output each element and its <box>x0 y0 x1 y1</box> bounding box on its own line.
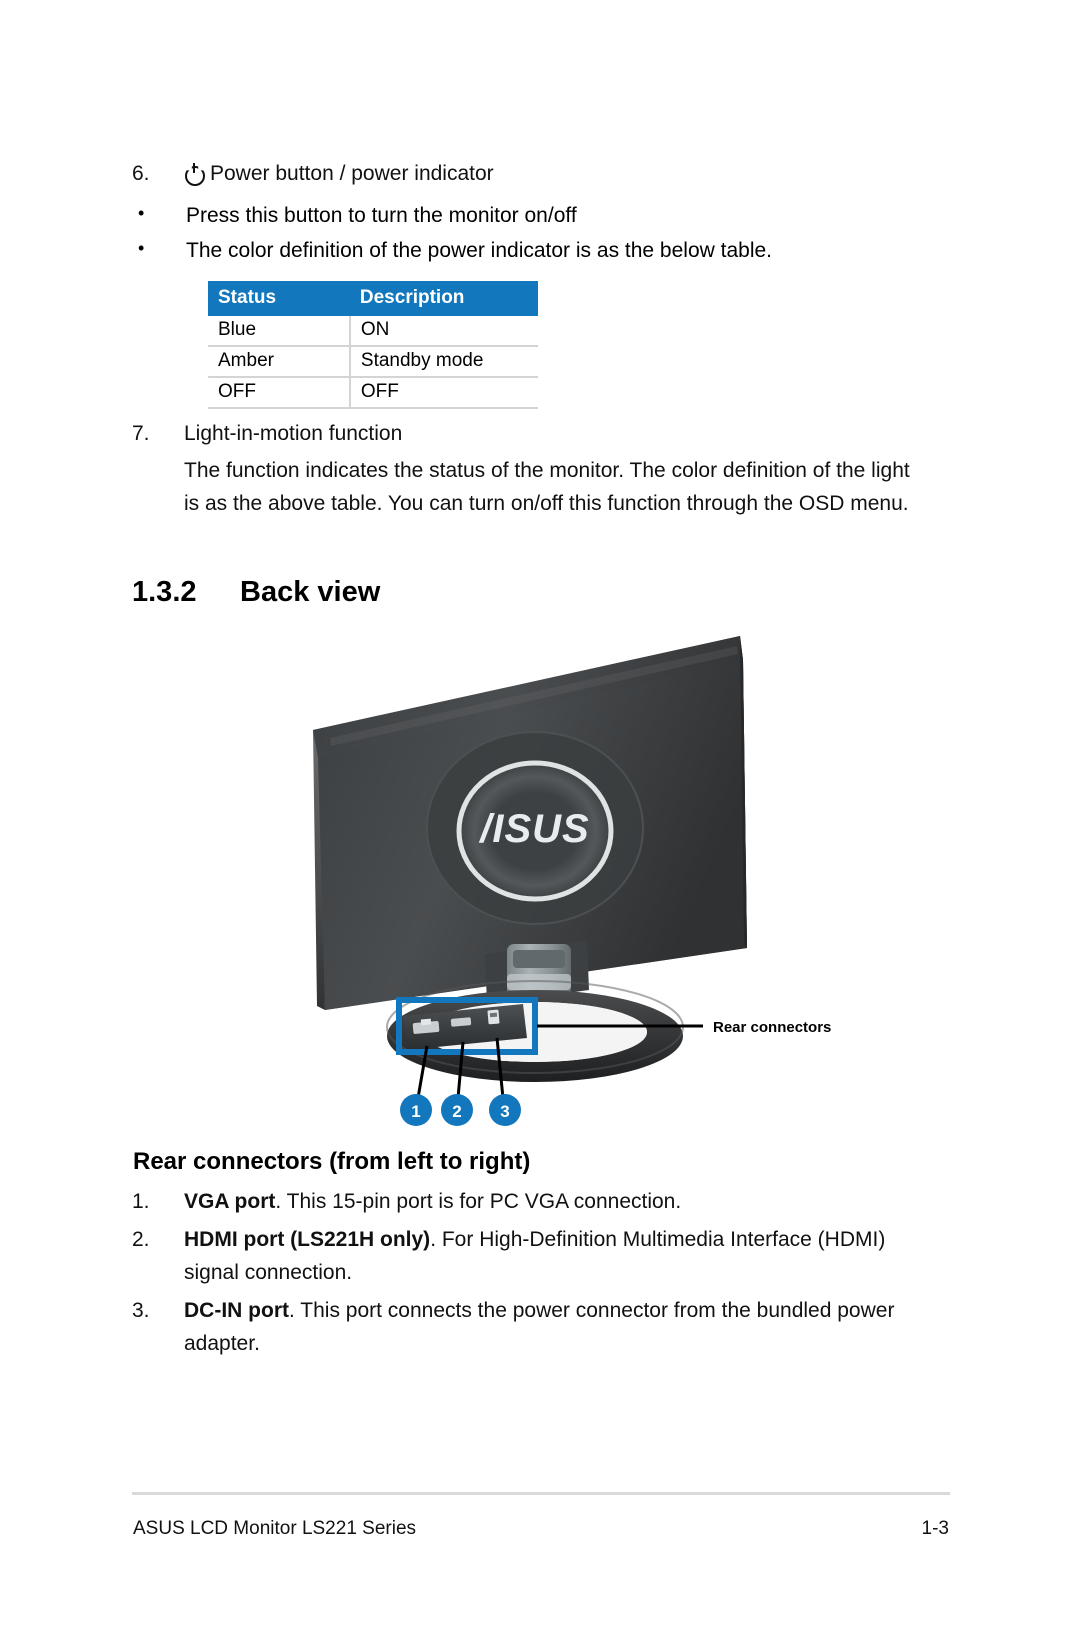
power-indicator-table: Status Description Blue ON Amber Standby… <box>208 281 538 409</box>
connector-item-2: 2. HDMI port (LS221H only). For High-Def… <box>132 1224 942 1289</box>
bullet-item-1: • Press this button to turn the monitor … <box>132 200 932 233</box>
badge-3: 3 <box>489 1094 521 1126</box>
callout-label-rear-connectors: Rear connectors <box>713 1019 831 1036</box>
badge-1: 1 <box>400 1094 432 1126</box>
table-row: OFF OFF <box>208 377 538 409</box>
list-item-7-number: 7. <box>132 422 150 445</box>
badge-1-label: 1 <box>411 1102 420 1121</box>
badge-2: 2 <box>441 1094 473 1126</box>
asus-logo-plate: /ISUS <box>426 731 644 925</box>
connector-item-3-term: DC-IN port <box>184 1299 289 1322</box>
connector-item-3-body: DC-IN port. This port connects the power… <box>184 1295 947 1360</box>
connector-item-3-text: . This port connects the power connector… <box>184 1299 895 1355</box>
bullet-item-1-text: Press this button to turn the monitor on… <box>186 204 577 227</box>
list-item-7-text: The function indicates the status of the… <box>184 459 910 515</box>
list-item-7-title: Light-in-motion function <box>184 422 403 445</box>
table-row: Blue ON <box>208 316 538 347</box>
list-item-6-number: 6. <box>132 162 150 185</box>
bullet-dot: • <box>138 238 145 258</box>
footer-product-name: ASUS LCD Monitor LS221 Series <box>133 1518 417 1539</box>
connector-item-3: 3. DC-IN port. This port connects the po… <box>132 1295 947 1360</box>
back-view-illustration: /ISUS Rear connectors 1 2 3 <box>285 618 905 1148</box>
column-header-description: Description <box>349 281 538 316</box>
column-header-status: Status <box>208 281 350 316</box>
table-row: Amber Standby mode <box>208 346 538 378</box>
cell-description: ON <box>349 316 538 347</box>
list-item-6: 6. Power button / power indicator <box>132 158 932 191</box>
asus-logo-text: /ISUS <box>478 807 589 851</box>
table-header-row: Status Description <box>208 281 538 316</box>
bullet-dot: • <box>138 203 145 223</box>
manual-page: 6. Power button / power indicator • Pres… <box>0 0 1080 1627</box>
bullet-item-2: • The color definition of the power indi… <box>132 235 942 268</box>
connector-item-2-term: HDMI port (LS221H only) <box>184 1228 431 1251</box>
section-number: 1.3.2 <box>132 576 197 608</box>
section-title: Back view <box>240 576 381 608</box>
connector-item-1: 1. VGA port. This 15-pin port is for PC … <box>132 1186 932 1219</box>
bullet-item-2-text: The color definition of the power indica… <box>186 239 773 262</box>
cell-status: Amber <box>208 346 351 378</box>
connector-item-2-body: HDMI port (LS221H only). For High-Defini… <box>184 1224 942 1289</box>
power-icon <box>184 162 206 184</box>
connector-item-1-body: VGA port. This 15-pin port is for PC VGA… <box>184 1186 932 1219</box>
list-item-7-body: The function indicates the status of the… <box>132 455 922 520</box>
connector-item-1-number: 1. <box>132 1190 150 1213</box>
cell-status: Blue <box>208 316 351 347</box>
list-item-6-title: Power button / power indicator <box>210 162 494 185</box>
footer-page-number: 1-3 <box>921 1518 949 1539</box>
cell-status: OFF <box>208 377 351 409</box>
subheading-rear-connectors: Rear connectors (from left to right) <box>133 1148 531 1175</box>
list-item-7: 7. Light-in-motion function <box>132 418 932 451</box>
list-item-6-body: Power button / power indicator <box>184 158 932 191</box>
connector-item-2-number: 2. <box>132 1228 150 1251</box>
dcin-port-graphic <box>487 1009 500 1025</box>
section-heading: 1.3.2 Back view <box>132 576 380 609</box>
connector-item-1-text: . This 15-pin port is for PC VGA connect… <box>275 1190 682 1213</box>
cell-description: Standby mode <box>349 346 538 378</box>
footer-divider <box>132 1492 950 1495</box>
badge-2-label: 2 <box>452 1102 461 1121</box>
connector-item-3-number: 3. <box>132 1299 150 1322</box>
cell-description: OFF <box>349 377 538 409</box>
connector-item-1-term: VGA port <box>184 1190 276 1213</box>
badge-3-label: 3 <box>500 1102 509 1121</box>
